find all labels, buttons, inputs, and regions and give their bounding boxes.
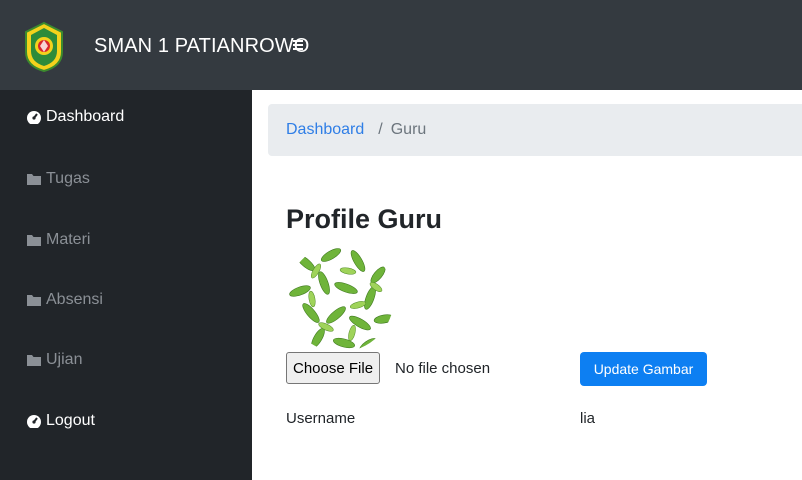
sidebar-item-label: Absensi: [46, 291, 103, 308]
folder-icon: [27, 295, 41, 306]
choose-file-button[interactable]: Choose File: [286, 352, 381, 384]
sidebar: Dashboard Tugas Materi Absensi Ujian Log…: [0, 90, 252, 480]
username-value: lia: [580, 410, 596, 427]
top-navbar: SMAN 1 PATIANROWO: [0, 0, 802, 90]
folder-icon: [27, 174, 41, 185]
sidebar-item-label: Ujian: [46, 351, 83, 368]
sidebar-item-tugas[interactable]: Tugas: [26, 170, 90, 188]
sidebar-item-materi[interactable]: Materi: [26, 231, 90, 249]
hamburger-menu-icon[interactable]: [291, 33, 311, 57]
folder-icon: [27, 355, 41, 366]
main-content: Dashboard / Guru Profile Guru Choose Fil…: [252, 90, 802, 480]
username-label: Username: [286, 410, 356, 427]
tachometer-icon: [27, 111, 41, 124]
folder-icon: [27, 235, 41, 246]
sidebar-item-ujian[interactable]: Ujian: [26, 351, 82, 369]
sidebar-item-label: Dashboard: [46, 108, 125, 125]
breadcrumb-current: Guru: [390, 121, 427, 138]
sidebar-item-label: Materi: [46, 231, 91, 248]
breadcrumb: Dashboard / Guru: [268, 104, 802, 156]
tachometer-icon: [27, 415, 41, 428]
sidebar-item-logout[interactable]: Logout: [26, 412, 95, 430]
page-title: Profile Guru: [286, 204, 443, 234]
profile-avatar-image: [286, 244, 394, 352]
sidebar-item-label: Tugas: [46, 170, 90, 187]
school-logo-icon: [25, 22, 63, 72]
sidebar-item-dashboard[interactable]: Dashboard: [26, 108, 124, 126]
update-image-button[interactable]: Update Gambar: [580, 352, 707, 386]
sidebar-item-absensi[interactable]: Absensi: [26, 291, 103, 309]
file-status-text: No file chosen: [395, 360, 491, 377]
breadcrumb-link-dashboard[interactable]: Dashboard: [286, 121, 364, 139]
breadcrumb-separator: /: [378, 121, 383, 138]
sidebar-item-label: Logout: [46, 412, 95, 429]
brand-title[interactable]: SMAN 1 PATIANROWO: [94, 35, 309, 58]
